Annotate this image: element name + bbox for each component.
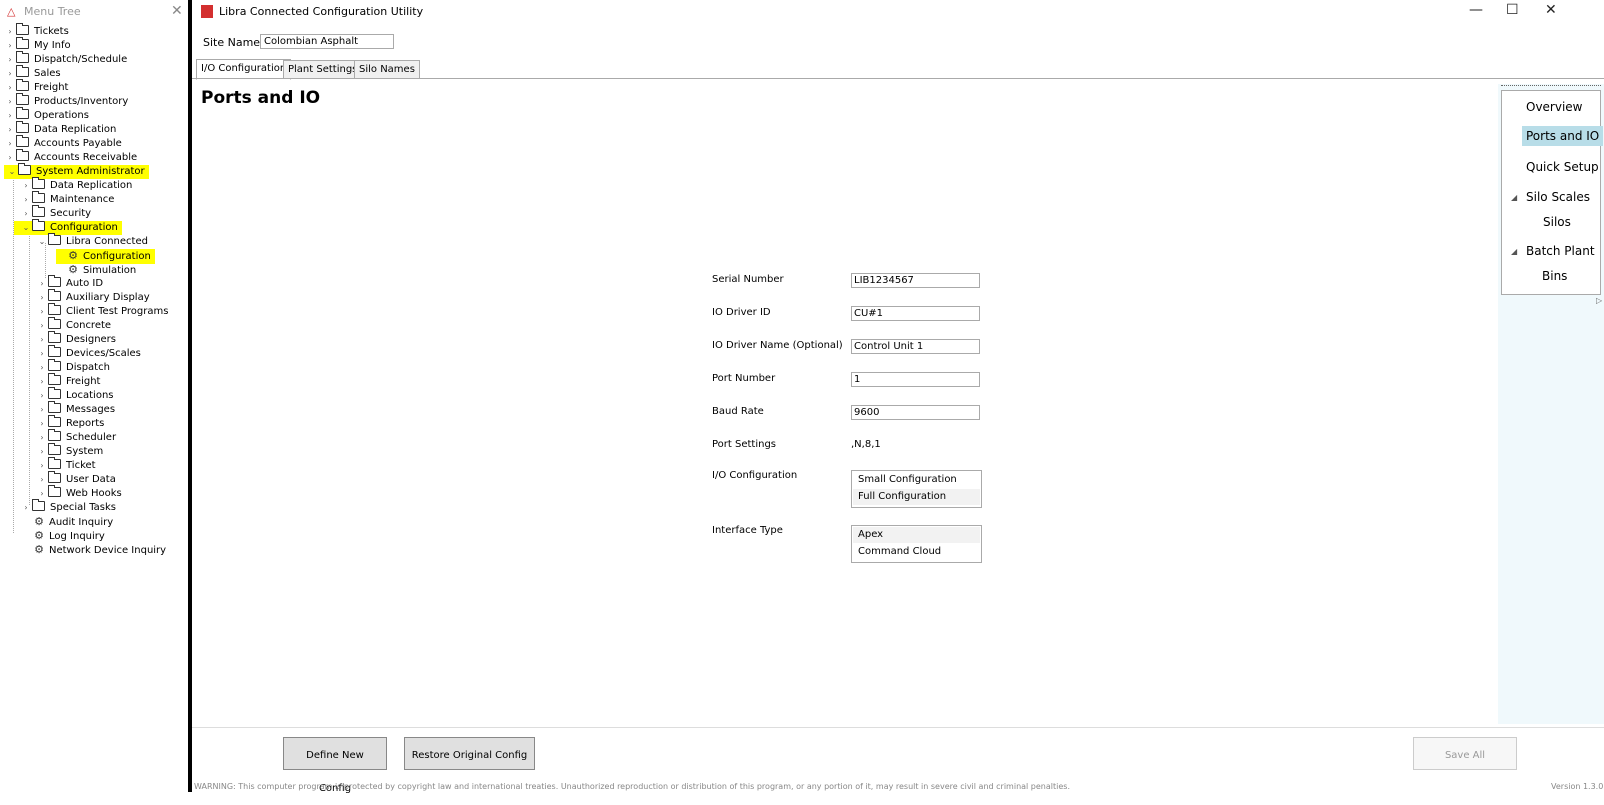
tree-item-audit-inquiry[interactable]: ⚙ Audit Inquiry — [32, 515, 113, 529]
main-window: Libra Connected Configuration Utility — … — [192, 0, 1604, 794]
site-name-input[interactable] — [260, 34, 394, 49]
tree-item-client-test-programs[interactable]: › Client Test Programs — [36, 303, 168, 319]
nav-item-silo-scales[interactable]: Silo Scales — [1526, 190, 1590, 204]
chevron-down-icon: ⌄ — [8, 167, 16, 176]
menu-tree-title: Menu Tree — [24, 5, 81, 18]
collapse-triangle-icon[interactable]: ◢ — [1511, 193, 1517, 202]
minimize-icon[interactable]: — — [1469, 2, 1483, 18]
interface-option-apex[interactable]: Apex — [853, 527, 980, 543]
tree-item-web-hooks[interactable]: › Web Hooks — [36, 485, 122, 501]
port-settings-label: Port Settings — [712, 439, 777, 450]
port-number-label: Port Number — [712, 373, 776, 384]
menu-tree-panel: △ Menu Tree ✕ › Tickets › My Info › Dispatc… — [0, 0, 188, 792]
interface-type-label: Interface Type — [712, 525, 783, 536]
chevron-down-icon: ⌄ — [38, 237, 46, 246]
nav-item-quick-setup[interactable]: Quick Setup — [1526, 160, 1599, 174]
app-icon — [201, 5, 213, 18]
site-name-label: Site Name — [203, 36, 261, 49]
nav-item-ports-and-io[interactable]: Ports and IO — [1522, 126, 1604, 146]
serial-number-label: Serial Number — [712, 274, 784, 285]
tree-item-system-administrator[interactable]: ⌄ System Administrator — [4, 163, 149, 179]
tab-divider — [192, 78, 1604, 79]
tree-item-sales[interactable]: › Sales — [4, 65, 61, 81]
gear-icon: ⚙ — [34, 543, 44, 556]
tree-item-config-freight[interactable]: › Freight — [36, 373, 100, 389]
simulation-icon: ⚙ — [68, 263, 78, 276]
bottom-divider — [192, 727, 1604, 728]
nav-divider — [1501, 85, 1601, 86]
restore-original-config-button[interactable]: Restore Original Config — [404, 737, 535, 770]
io-driver-name-input[interactable] — [851, 339, 980, 354]
baud-rate-label: Baud Rate — [712, 406, 764, 417]
nav-item-overview[interactable]: Overview — [1526, 100, 1583, 114]
gear-icon: ⚙ — [34, 529, 44, 542]
io-configuration-label: I/O Configuration — [712, 470, 798, 481]
tree-item-special-tasks[interactable]: › Special Tasks — [20, 499, 116, 515]
save-all-button[interactable]: Save All — [1413, 737, 1517, 770]
tree-item-freight[interactable]: › Freight — [4, 79, 68, 95]
tree-item-libra-connected[interactable]: ⌄ Libra Connected — [36, 233, 148, 249]
nav-item-bins[interactable]: Bins — [1542, 269, 1567, 283]
io-driver-id-label: IO Driver ID — [712, 307, 771, 318]
tab-io-configuration[interactable]: I/O Configuration — [196, 59, 292, 80]
page-title: Ports and IO — [201, 88, 321, 108]
io-driver-id-input[interactable] — [851, 306, 980, 321]
scroll-right-icon[interactable]: ▷ — [1596, 296, 1602, 305]
tab-silo-names[interactable]: Silo Names — [354, 60, 420, 79]
menu-tree-header: △ Menu Tree ✕ — [0, 0, 188, 24]
nav-item-batch-plant[interactable]: Batch Plant — [1526, 244, 1595, 258]
tree-item-security[interactable]: › Security — [20, 205, 91, 221]
port-number-input[interactable] — [851, 372, 980, 387]
interface-type-list: Apex Command Cloud — [851, 525, 982, 563]
gear-icon: ⚙ — [34, 515, 44, 528]
collapse-triangle-icon[interactable]: ◢ — [1511, 247, 1517, 256]
libra-logo-icon: △ — [7, 5, 16, 18]
tree-item-lc-configuration[interactable]: ⚙ Configuration — [56, 249, 155, 264]
io-driver-name-label: IO Driver Name (Optional) — [712, 340, 843, 351]
tree-item-reports[interactable]: › Reports — [36, 415, 104, 431]
copyright-warning: WARNING: This computer program is protec… — [194, 782, 1070, 791]
tree-item-simulation[interactable]: ⚙ Simulation — [66, 263, 136, 277]
maximize-icon[interactable]: ☐ — [1506, 2, 1519, 18]
baud-rate-input[interactable] — [851, 405, 980, 420]
interface-option-command-cloud[interactable]: Command Cloud — [853, 544, 980, 560]
tree-item-configuration[interactable]: ⌄ Configuration — [14, 219, 122, 235]
io-config-option-full[interactable]: Full Configuration — [853, 489, 980, 505]
close-icon[interactable]: ✕ — [171, 3, 183, 19]
version-label: Version 1.3.0.0 — [1551, 782, 1604, 791]
title-bar: Libra Connected Configuration Utility — … — [192, 0, 1604, 25]
tree-item-tickets[interactable]: › Tickets — [4, 23, 69, 39]
port-settings-value: ,N,8,1 — [851, 439, 881, 450]
nav-item-silos[interactable]: Silos — [1543, 215, 1571, 229]
gear-icon: ⚙ — [68, 249, 78, 262]
io-configuration-list: Small Configuration Full Configuration — [851, 470, 982, 508]
tab-plant-settings[interactable]: Plant Settings — [283, 60, 363, 79]
tree-item-system[interactable]: › System — [36, 443, 103, 459]
close-window-icon[interactable]: ✕ — [1545, 2, 1557, 18]
tree-item-log-inquiry[interactable]: ⚙ Log Inquiry — [32, 529, 105, 543]
tree-item-my-info[interactable]: › My Info — [4, 37, 71, 53]
tree-item-network-device-inquiry[interactable]: ⚙ Network Device Inquiry — [32, 543, 166, 557]
window-title: Libra Connected Configuration Utility — [219, 5, 424, 18]
tree-item-auto-id[interactable]: › Auto ID — [36, 275, 103, 291]
io-config-option-small[interactable]: Small Configuration — [853, 472, 980, 488]
tree-item-ticket[interactable]: › Ticket — [36, 457, 96, 473]
define-new-config-button[interactable]: Define New Config — [283, 737, 387, 794]
chevron-down-icon: ⌄ — [22, 223, 30, 232]
serial-number-input[interactable] — [851, 273, 980, 288]
